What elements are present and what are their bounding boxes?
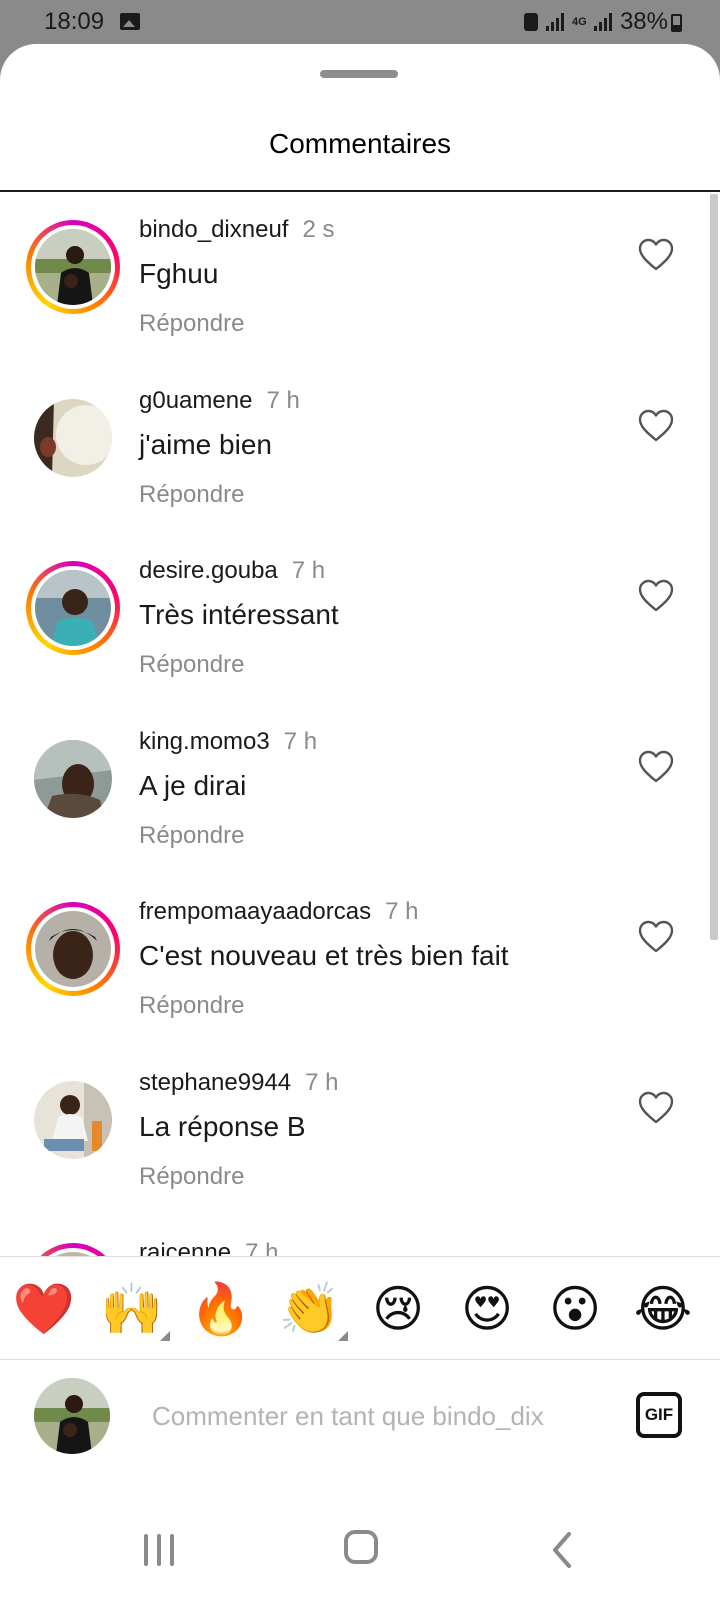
comment-time: 7 h (283, 728, 318, 755)
avatar-story-ring[interactable] (26, 1243, 120, 1256)
comment-text: C'est nouveau et très bien fait (139, 940, 509, 971)
comment-item: raicenne 7 h (0, 1215, 700, 1256)
comment-username[interactable]: bindo_dixneuf 2 s (139, 216, 334, 244)
comment-time: 7 h (385, 898, 419, 925)
like-heart-icon[interactable] (638, 1091, 674, 1125)
comment-time: 7 h (291, 557, 326, 584)
battery-percent: 38% (619, 8, 668, 35)
avatar (34, 1081, 112, 1159)
avatar-wrapper[interactable] (26, 391, 120, 485)
like-heart-icon[interactable] (638, 238, 674, 272)
comment-username[interactable]: frempomaayaadorcas 7 h (139, 898, 419, 926)
gallery-notification-icon (120, 13, 140, 30)
emoji-heart[interactable]: ❤️ (12, 1279, 76, 1339)
avatar-story-ring[interactable] (26, 561, 120, 655)
comment-time: 7 h (266, 387, 300, 414)
current-user-avatar (34, 1378, 110, 1454)
comment-text: A je dirai (139, 770, 247, 801)
battery-icon (671, 14, 682, 32)
emoji-raised-hands[interactable]: 🙌 (100, 1279, 164, 1339)
avatar-story-ring[interactable] (26, 902, 120, 996)
comment-item: g0uamene 7 h j'aime bien Répondre (0, 363, 700, 537)
emoji-heart-eyes[interactable]: 😍 (455, 1279, 519, 1339)
scrollbar[interactable] (710, 194, 718, 940)
comments-list[interactable]: bindo_dixneuf 2 s Fghuu Répondre g0uamene… (0, 192, 720, 1256)
avatar (35, 570, 111, 646)
avatar (34, 399, 112, 477)
status-bar: 18:09 4G 38% (0, 0, 720, 46)
like-heart-icon[interactable] (638, 409, 674, 443)
sync-icon (523, 13, 538, 31)
comment-composer: GIF (0, 1360, 720, 1476)
reply-button[interactable]: Répondre (139, 992, 244, 1020)
avatar (34, 740, 112, 818)
comments-sheet: Commentaires bindo_dixneuf 2 s Fghuu Répo… (0, 44, 720, 1600)
reply-button[interactable]: Répondre (139, 310, 244, 338)
back-icon[interactable] (552, 1532, 572, 1568)
comment-text: j'aime bien (139, 429, 272, 460)
emoji-surprised[interactable]: 😮 (543, 1279, 607, 1339)
avatar (35, 229, 111, 305)
comment-username[interactable]: g0uamene 7 h (139, 387, 300, 415)
quick-reactions-bar: ❤️ 🙌 🔥 👏 😢 😍 😮 😂 (0, 1256, 720, 1360)
comment-username[interactable]: king.momo3 7 h (139, 728, 317, 756)
comment-item: stephane9944 7 h La réponse B Répondre (0, 1045, 700, 1219)
drag-handle[interactable] (320, 70, 398, 78)
comment-username[interactable]: desire.gouba 7 h (139, 557, 325, 585)
reply-button[interactable]: Répondre (139, 1163, 244, 1191)
recent-apps-icon[interactable] (144, 1534, 176, 1566)
gif-button[interactable]: GIF (636, 1392, 682, 1438)
home-icon[interactable] (344, 1530, 378, 1564)
comment-item: desire.gouba 7 h Très intéressant Répondr… (0, 533, 700, 707)
like-heart-icon[interactable] (638, 920, 674, 954)
comment-item: bindo_dixneuf 2 s Fghuu Répondre (0, 192, 700, 366)
comment-item: king.momo3 7 h A je dirai Répondre (0, 704, 700, 878)
emoji-laughing[interactable]: 😂 (631, 1279, 695, 1339)
comment-username[interactable]: raicenne 7 h (139, 1239, 278, 1256)
status-time: 18:09 (44, 8, 105, 35)
like-heart-icon[interactable] (638, 750, 674, 784)
emoji-variant-indicator (160, 1331, 170, 1341)
reply-button[interactable]: Répondre (139, 822, 244, 850)
comment-time: 2 s (302, 216, 335, 243)
status-indicators: 4G 38% (523, 8, 668, 36)
emoji-crying[interactable]: 😢 (366, 1279, 430, 1339)
emoji-clapping[interactable]: 👏 (278, 1279, 342, 1339)
avatar-wrapper[interactable] (26, 1073, 120, 1167)
comment-time: 7 h (305, 1069, 339, 1096)
signal-icon-2 (593, 13, 612, 31)
reply-button[interactable]: Répondre (139, 651, 244, 679)
comment-time: 7 h (245, 1239, 279, 1256)
system-navigation-bar (0, 1476, 720, 1600)
network-type-icon: 4G (571, 16, 587, 28)
emoji-variant-indicator (338, 1331, 348, 1341)
comment-text: Fghuu (139, 258, 219, 289)
reply-button[interactable]: Répondre (139, 481, 244, 509)
comment-input[interactable] (152, 1390, 602, 1442)
like-heart-icon[interactable] (638, 579, 674, 613)
comment-text: Très intéressant (139, 599, 339, 630)
avatar (35, 911, 111, 987)
emoji-fire[interactable]: 🔥 (189, 1279, 253, 1339)
comment-text: La réponse B (139, 1111, 306, 1142)
sheet-title: Commentaires (268, 128, 452, 159)
avatar-wrapper[interactable] (26, 732, 120, 826)
avatar-story-ring[interactable] (26, 220, 120, 314)
comment-item: frempomaayaadorcas 7 h C'est nouveau et t… (0, 874, 700, 1048)
signal-icon (545, 13, 564, 31)
comment-username[interactable]: stephane9944 7 h (139, 1069, 339, 1097)
